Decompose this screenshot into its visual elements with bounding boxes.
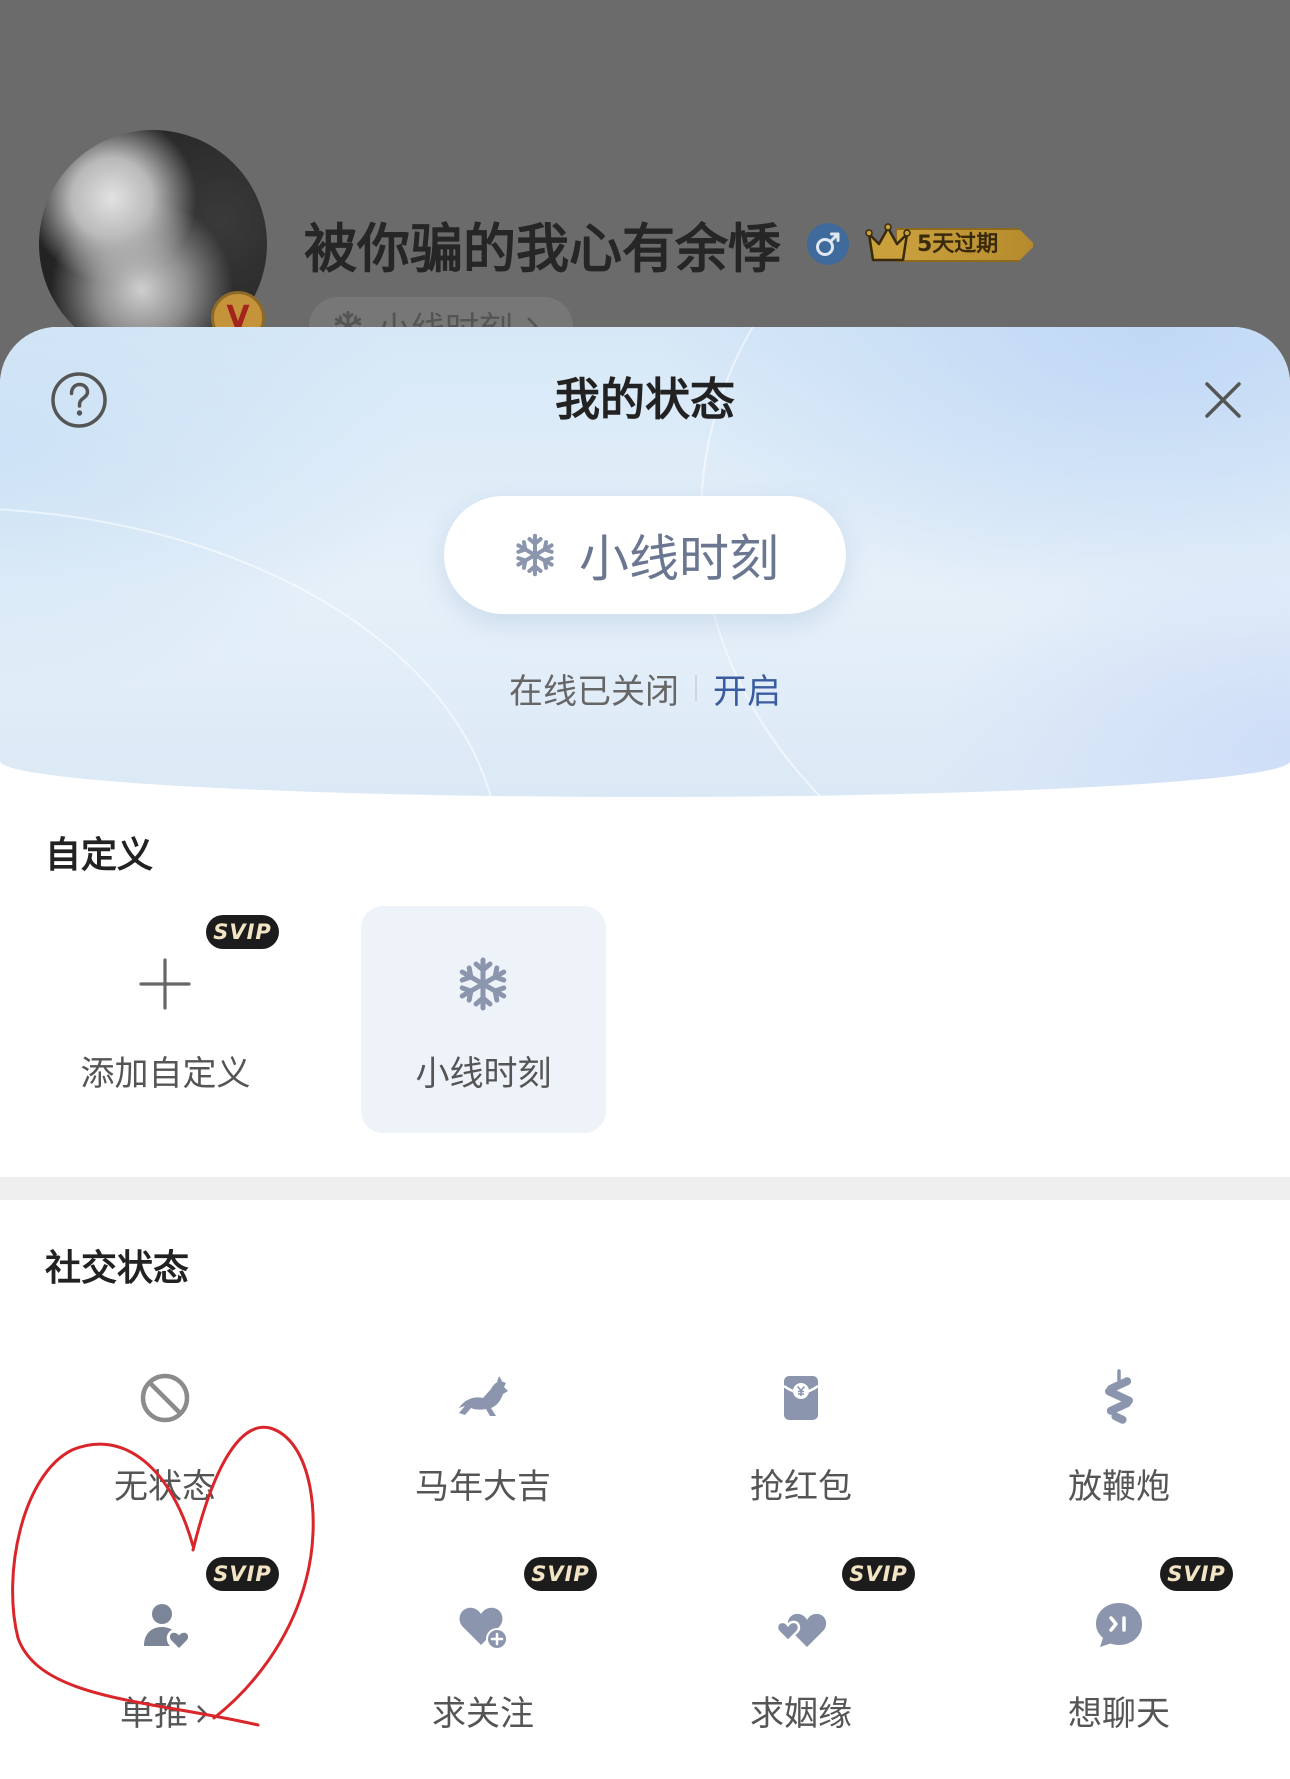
item-label: 放鞭炮 [1068,1467,1170,1507]
tile-label: 小线时刻 [415,1054,552,1094]
item-label: 无状态 [114,1467,216,1507]
svip-badge: SVIP [206,915,279,949]
plus-icon [139,958,191,1010]
divider [695,675,697,701]
item-label-wrap: 单推 [6,1694,324,1734]
social-status-grid: 无状态 马年大吉 抢红包 放鞭炮 SVIP 单推 SVIP 求关注 SVIP 求… [6,1348,1278,1779]
horse-icon [459,1376,508,1416]
profile-username: 被你骗的我心有余悸 [304,219,781,280]
status-item-want-chat[interactable]: SVIP 想聊天 [960,1557,1278,1779]
item-label: 求关注 [432,1694,534,1734]
item-label-wrap: 求关注 [324,1694,642,1734]
snowflake-icon [516,533,554,577]
add-custom-status-button[interactable]: 添加自定义 SVIP [43,906,288,1133]
status-item-horse-year[interactable]: 马年大吉 [324,1348,642,1575]
item-label-wrap: 求姻缘 [642,1694,960,1734]
svip-badge: SVIP [842,1557,915,1591]
item-label: 想聊天 [1068,1694,1170,1734]
online-status-text: 在线已关闭 [509,671,679,712]
item-label: 抢红包 [750,1467,852,1507]
screen: V 被你骗的我心有余悸 5天过期 小线时刻 [0,0,1290,1779]
firecracker-icon [1105,1369,1133,1424]
badge-text: 5天过期 [917,232,999,257]
status-item-seek-follow[interactable]: SVIP 求关注 [324,1557,642,1779]
status-item-solo-fan[interactable]: SVIP 单推 [6,1557,324,1779]
item-label-wrap: 马年大吉 [324,1467,642,1507]
item-label: 求姻缘 [750,1694,852,1734]
item-label: 单推 [120,1694,188,1734]
tile-label: 添加自定义 [80,1054,251,1094]
sheet-title: 我的状态 [554,373,735,426]
status-item-firecracker[interactable]: 放鞭炮 [960,1348,1278,1575]
item-label-wrap: 无状态 [6,1467,324,1507]
chevron-right-icon [197,1705,208,1723]
section-divider [0,1177,1290,1200]
ban-icon [140,1373,190,1423]
custom-section-title: 自定义 [45,835,154,876]
custom-status-tile[interactable]: 小线时刻 [361,906,606,1133]
item-label-wrap: 想聊天 [960,1694,1278,1734]
social-section-title: 社交状态 [45,1248,190,1289]
status-item-none[interactable]: 无状态 [6,1348,324,1575]
heart-plus-icon [459,1607,508,1650]
person-heart-icon [144,1604,189,1648]
svip-badge: SVIP [1160,1557,1233,1591]
svip-badge: SVIP [524,1557,597,1591]
item-label-wrap: 抢红包 [642,1467,960,1507]
sheet-header: 我的状态 小线时刻 在线已关闭 开启 [0,327,1290,1207]
custom-tiles: 添加自定义 SVIP 小线时刻 [43,906,606,1133]
snowflake-icon [459,957,507,1011]
red-envelope-icon [783,1376,819,1420]
status-item-seek-love[interactable]: SVIP 求姻缘 [642,1557,960,1779]
status-item-red-envelope[interactable]: 抢红包 [642,1348,960,1575]
close-icon[interactable] [1204,381,1242,419]
crown-icon [865,223,911,262]
item-label: 马年大吉 [415,1467,551,1507]
item-label-wrap: 放鞭炮 [960,1467,1278,1507]
status-sheet: 我的状态 小线时刻 在线已关闭 开启 自定义 添加自定义 SVIP 小线时刻 社… [0,327,1290,1779]
chat-bubble-icon [1096,1603,1142,1647]
double-heart-icon [775,1613,827,1647]
current-status-pill[interactable]: 小线时刻 [444,496,846,614]
svip-badge: SVIP [206,1557,279,1591]
male-icon [807,223,849,265]
online-status-row: 在线已关闭 开启 [0,668,1290,712]
enable-online-link[interactable]: 开启 [713,664,781,713]
membership-expiry-badge[interactable]: 5天过期 [865,222,1037,266]
current-status-label: 小线时刻 [579,530,779,588]
